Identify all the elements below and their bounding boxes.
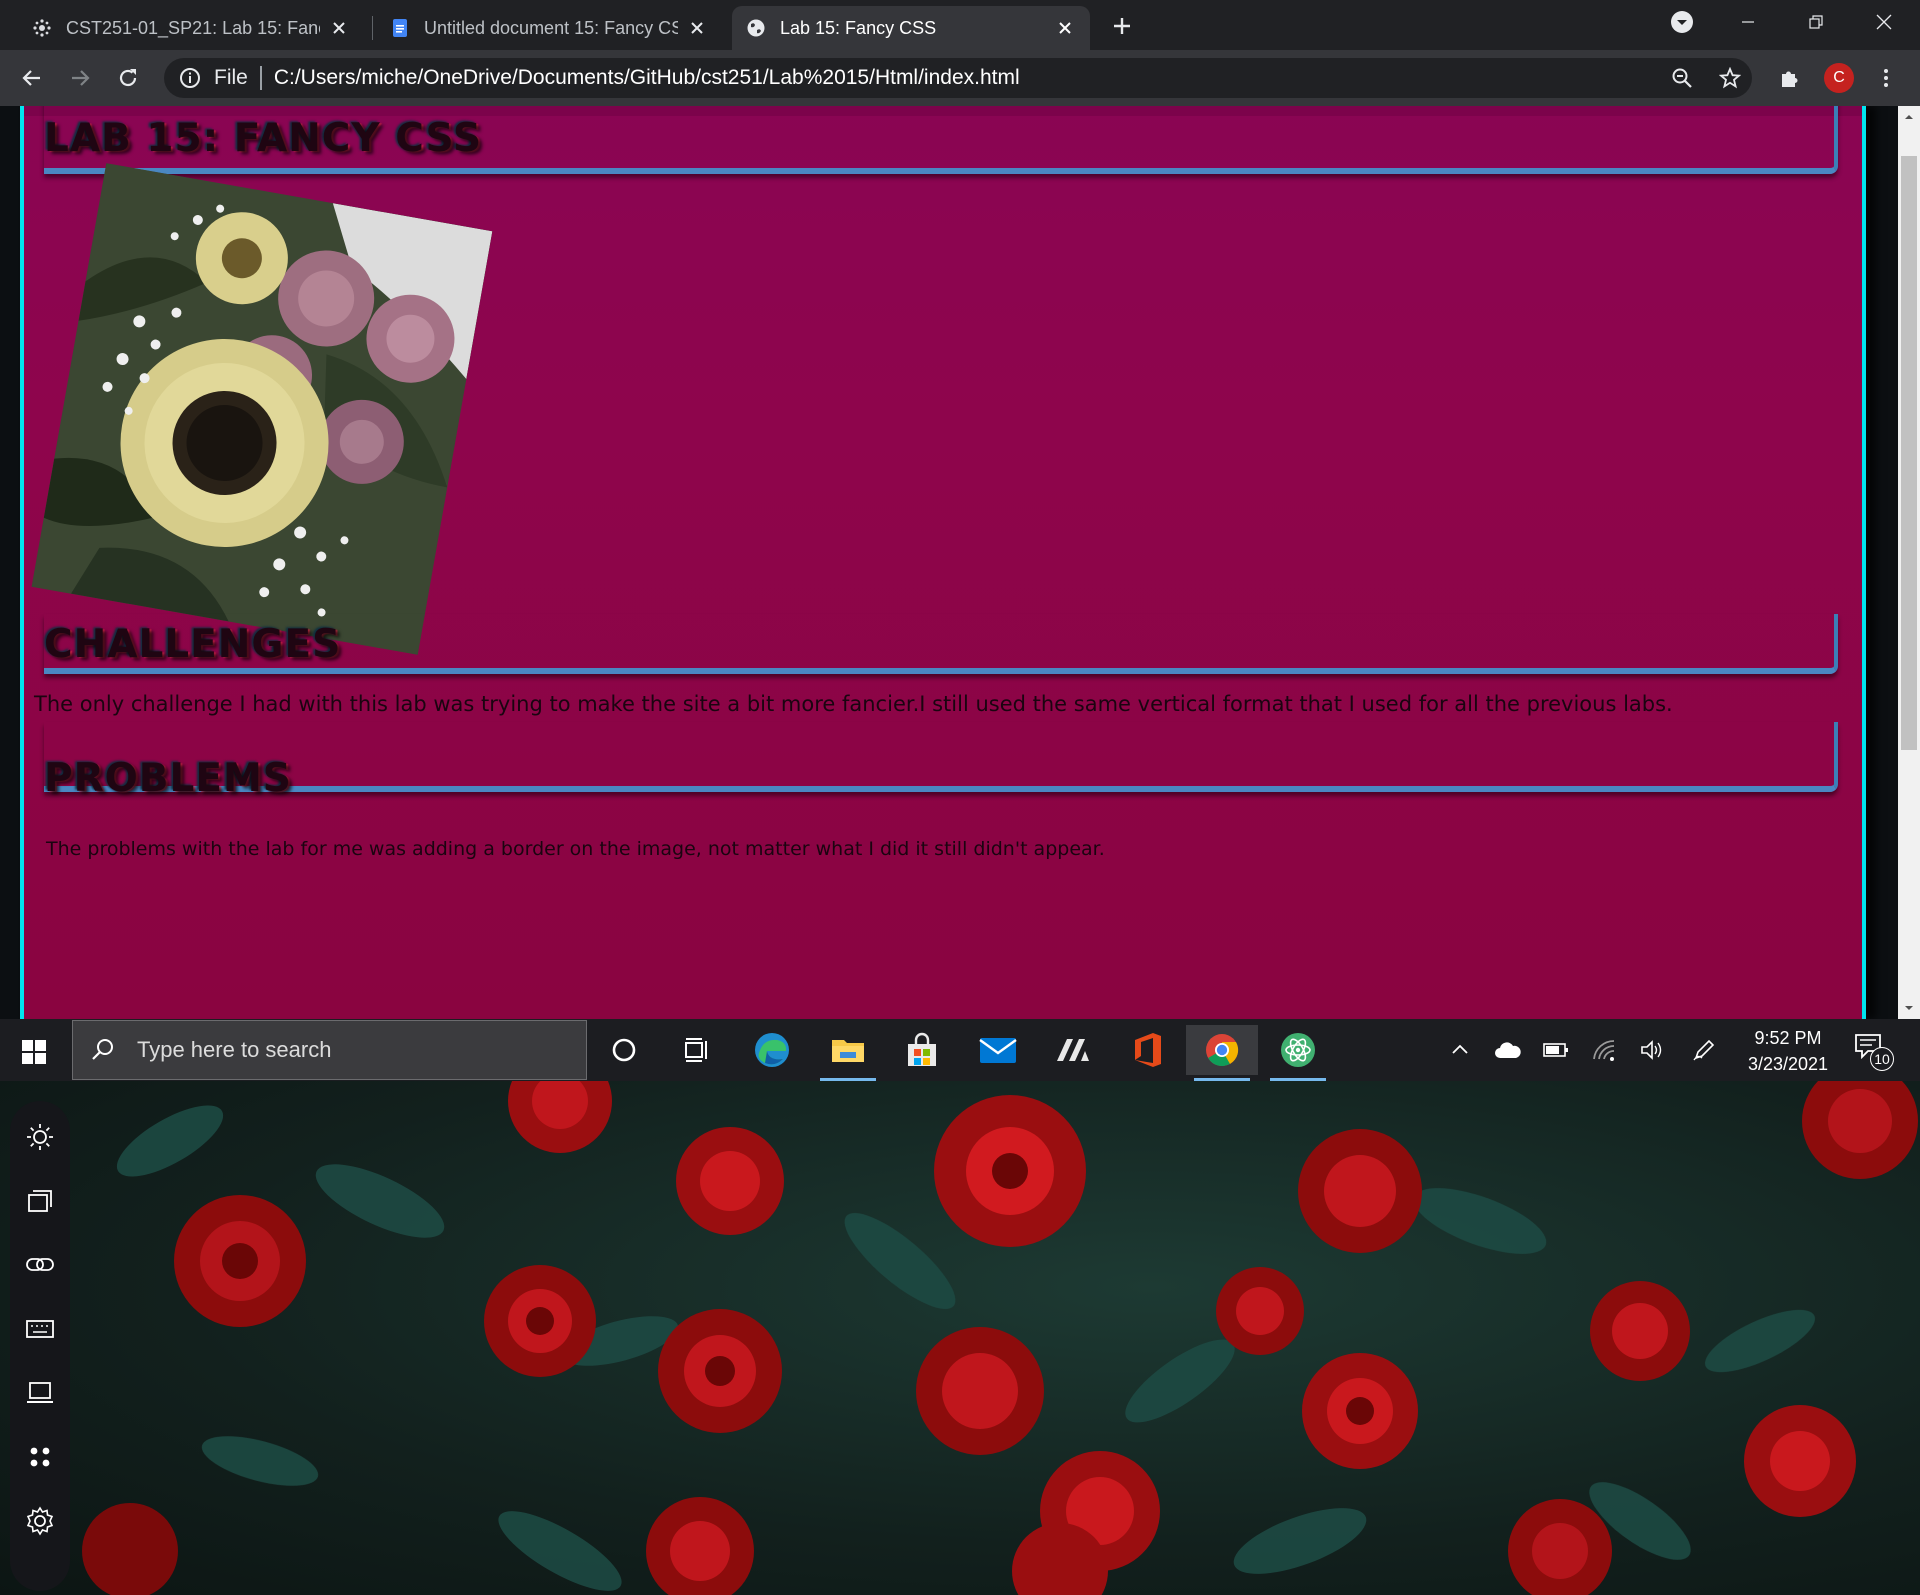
close-icon xyxy=(1876,14,1892,30)
address-bar[interactable]: File C:/Users/miche/OneDrive/Documents/G… xyxy=(164,58,1752,98)
clock-date: 3/23/2021 xyxy=(1747,1054,1829,1074)
windows-taskbar: Type here to search 9:52 PM 3/23/2021 10 xyxy=(0,1019,1920,1081)
system-clock[interactable]: 9:52 PM 3/23/2021 xyxy=(1728,1025,1848,1077)
search-icon xyxy=(92,1039,113,1060)
brightness-icon[interactable] xyxy=(24,1121,56,1153)
mail-icon[interactable] xyxy=(962,1025,1034,1075)
edge-icon[interactable] xyxy=(736,1025,808,1075)
store-icon[interactable] xyxy=(886,1025,958,1075)
pen-icon[interactable] xyxy=(1690,1036,1718,1064)
chevron-down-icon xyxy=(1671,11,1693,33)
google-docs-icon xyxy=(393,19,407,37)
globe-icon xyxy=(747,19,765,37)
atom-icon[interactable] xyxy=(1262,1025,1334,1081)
battery-icon[interactable] xyxy=(1542,1036,1570,1064)
page-title: LAB 15: FANCY CSS xyxy=(44,116,482,161)
browser-tab-strip: CST251-01_SP21: Lab 15: Fancy CSS Untitl… xyxy=(0,0,1920,50)
notification-center-button[interactable]: 10 xyxy=(1854,1033,1894,1073)
quick-settings-panel xyxy=(10,1101,70,1591)
url-scheme: File xyxy=(214,66,248,89)
tab-title: Lab 15: Fancy CSS xyxy=(780,17,937,38)
scroll-thumb[interactable] xyxy=(1901,156,1917,750)
puzzle-icon xyxy=(1782,71,1798,87)
zoom-icon[interactable] xyxy=(1670,66,1694,90)
scroll-down-arrow-icon[interactable] xyxy=(1898,997,1920,1019)
keyboard-icon[interactable] xyxy=(24,1313,56,1345)
cortana-icon[interactable] xyxy=(588,1025,660,1075)
file-explorer-icon[interactable] xyxy=(812,1025,884,1081)
start-button[interactable] xyxy=(14,1032,54,1072)
tab-title: Untitled document 15: Fancy CSS xyxy=(424,17,678,38)
tab-google-doc[interactable]: Untitled document 15: Fancy CSS xyxy=(376,6,722,50)
settings-icon[interactable] xyxy=(24,1505,56,1537)
office-icon[interactable] xyxy=(1112,1025,1184,1075)
challenges-text: The only challenge I had with this lab w… xyxy=(34,692,1673,716)
arrow-left-icon xyxy=(22,70,40,86)
bouquet-photo xyxy=(31,163,493,655)
laptop-icon[interactable] xyxy=(24,1377,56,1409)
task-view-icon[interactable] xyxy=(660,1025,732,1075)
tab-separator xyxy=(372,16,373,40)
restore-icon xyxy=(1809,15,1823,29)
new-tab-button[interactable] xyxy=(1108,12,1136,40)
page-container: LAB 15: FANCY CSS CHALLENGES The only ch… xyxy=(20,106,1866,1019)
link-icon[interactable] xyxy=(24,1249,56,1281)
reload-button[interactable] xyxy=(110,60,146,96)
desktop-wallpaper xyxy=(0,1081,1920,1595)
page-viewport: LAB 15: FANCY CSS CHALLENGES The only ch… xyxy=(0,106,1898,1019)
tab-search-button[interactable] xyxy=(1652,0,1712,44)
more-vert-icon xyxy=(1884,69,1888,87)
back-button[interactable] xyxy=(14,60,50,96)
tab-lab-15[interactable]: Lab 15: Fancy CSS xyxy=(732,6,1090,50)
problems-text: The problems with the lab for me was add… xyxy=(46,838,1105,860)
page-scrollbar[interactable] xyxy=(1898,106,1920,1019)
challenges-heading: CHALLENGES xyxy=(44,622,342,667)
tab-canvas[interactable]: CST251-01_SP21: Lab 15: Fancy CSS xyxy=(18,6,364,50)
minimize-button[interactable] xyxy=(1718,0,1778,44)
menu-button[interactable] xyxy=(1868,60,1904,96)
volume-icon[interactable] xyxy=(1638,1036,1666,1064)
canvas-icon xyxy=(33,19,51,37)
onedrive-icon[interactable] xyxy=(1494,1036,1522,1064)
tab-title: CST251-01_SP21: Lab 15: Fancy CSS xyxy=(66,17,320,38)
window-icon[interactable] xyxy=(24,1185,56,1217)
search-placeholder: Type here to search xyxy=(137,1037,332,1062)
chevron-up-icon[interactable] xyxy=(1446,1036,1474,1064)
plus-icon xyxy=(1114,18,1130,34)
reload-icon xyxy=(119,69,137,87)
url-text[interactable]: C:/Users/miche/OneDrive/Documents/GitHub… xyxy=(274,66,1020,90)
close-window-button[interactable] xyxy=(1854,0,1914,44)
chrome-icon[interactable] xyxy=(1186,1025,1258,1081)
close-icon[interactable] xyxy=(328,17,350,39)
wifi-icon[interactable] xyxy=(1590,1036,1618,1064)
apps-icon[interactable] xyxy=(24,1441,56,1473)
url-divider xyxy=(259,66,262,90)
clock-time: 9:52 PM xyxy=(1754,1028,1822,1048)
minimize-icon xyxy=(1742,21,1754,23)
problems-heading: PROBLEMS xyxy=(44,756,292,801)
close-icon[interactable] xyxy=(686,17,708,39)
taskbar-search-box[interactable]: Type here to search xyxy=(72,1020,587,1080)
browser-toolbar: File C:/Users/miche/OneDrive/Documents/G… xyxy=(0,50,1920,106)
heading-frame xyxy=(44,722,1838,792)
restore-button[interactable] xyxy=(1786,0,1846,44)
roses-wallpaper xyxy=(82,1081,1918,1595)
info-icon[interactable] xyxy=(178,66,202,90)
scroll-up-arrow-icon[interactable] xyxy=(1898,106,1920,128)
profile-avatar[interactable]: C xyxy=(1824,63,1854,93)
windows-logo-icon xyxy=(22,1040,46,1064)
arrow-right-icon xyxy=(72,70,90,86)
bookmark-star-icon[interactable] xyxy=(1718,66,1742,90)
app-icon[interactable] xyxy=(1038,1025,1110,1075)
forward-button[interactable] xyxy=(62,60,98,96)
close-icon[interactable] xyxy=(1054,17,1076,39)
notification-badge: 10 xyxy=(1870,1047,1894,1071)
flower-image xyxy=(31,163,493,655)
extensions-button[interactable] xyxy=(1772,60,1808,96)
